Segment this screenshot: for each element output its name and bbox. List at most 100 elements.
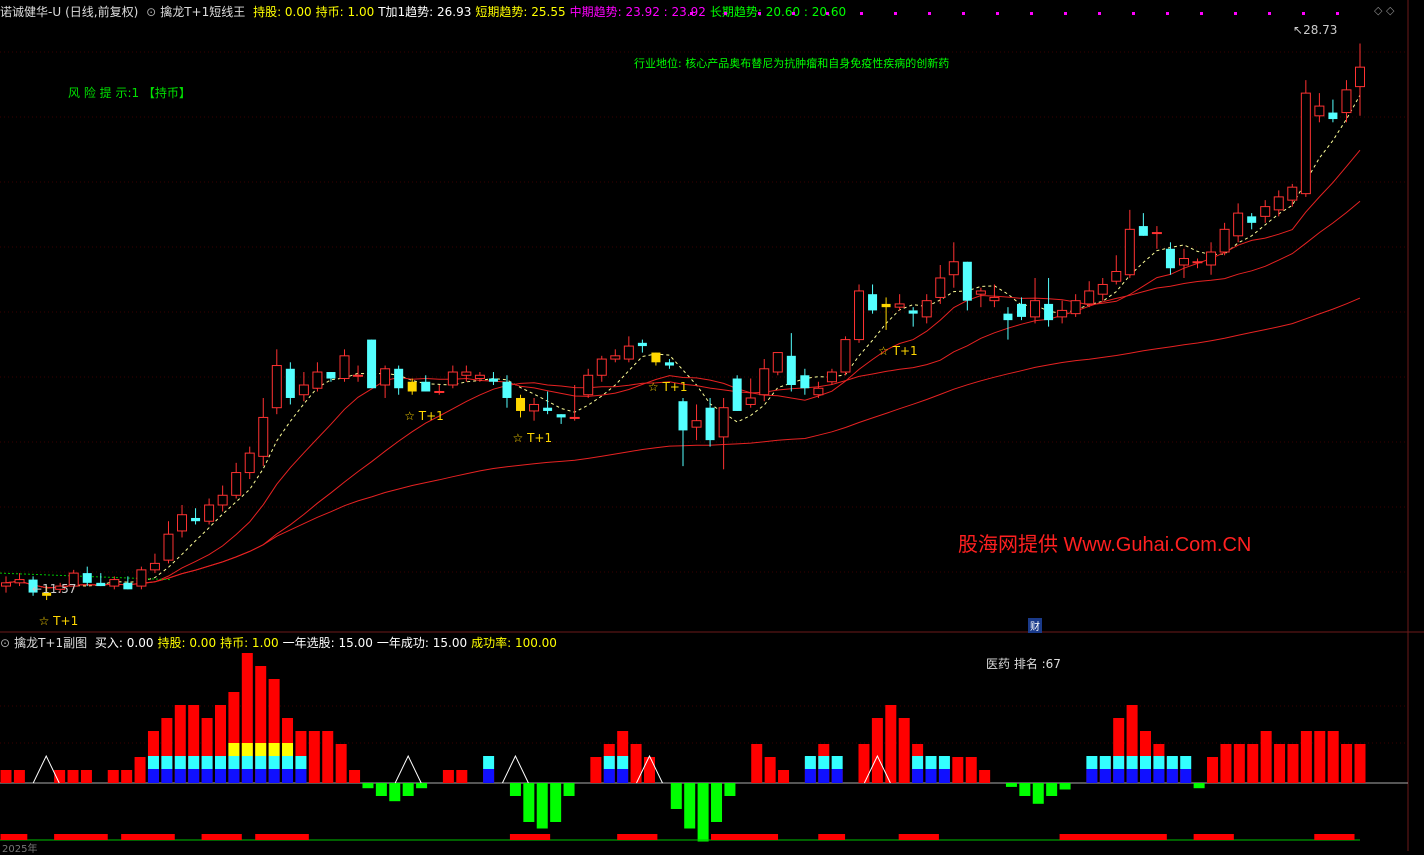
risk-tip: 风 险 提 示:1 【持币】 [68, 86, 191, 100]
sub-bar-cyan [1113, 756, 1125, 769]
sub-bar-cyan [295, 756, 307, 769]
sub-bar-blue [1180, 769, 1192, 783]
sector-rank: 医药 排名 :67 [986, 657, 1061, 671]
candle-body [583, 374, 594, 396]
sub-bar [1327, 731, 1339, 783]
collapse-icon[interactable]: ⊙ [146, 5, 156, 19]
sub-bar [1260, 731, 1272, 783]
sub-bar-neg [1019, 783, 1031, 796]
candle-body [1233, 212, 1244, 237]
candle-body [96, 582, 106, 587]
sub-bar-cyan [255, 756, 267, 769]
window-controls[interactable]: ◇ ◇ [1374, 4, 1394, 17]
candle-body [786, 355, 796, 385]
sub-bar-cyan [483, 756, 495, 769]
sub-bar-cyan [938, 756, 950, 769]
sub-bar-blue [241, 769, 253, 783]
high-price-label: ↖28.73 [1293, 23, 1338, 37]
candle-body [948, 261, 959, 276]
sub-bar-blue [228, 769, 240, 783]
top-dot [690, 12, 693, 15]
candle-body [1030, 300, 1041, 318]
sub-bar [308, 731, 320, 783]
candle-body [1260, 206, 1271, 217]
sub-bar-blue [174, 769, 186, 783]
sub-bar-blue [1113, 769, 1125, 783]
sub-bar-cyan [831, 756, 843, 769]
sub-bar-cyan [268, 756, 280, 769]
sub-bar-blue [161, 769, 173, 783]
candle-body [258, 416, 269, 457]
candle-body [623, 345, 634, 360]
collapse-icon[interactable]: ⊙ [0, 636, 10, 650]
sub-bar-cyan [228, 756, 240, 769]
sub-indicator-name[interactable]: 擒龙T+1副图 [14, 636, 87, 650]
candle-body [14, 579, 25, 584]
candle-body [1044, 303, 1054, 321]
candle-body [908, 310, 918, 314]
indicator-name[interactable]: 擒龙T+1短线王 [160, 5, 245, 19]
sub-bar-blue [1126, 769, 1138, 783]
top-dot [758, 12, 761, 15]
sub-bar [1314, 731, 1326, 783]
signal-label: ☆ T+1 [404, 408, 444, 423]
sub-header-item-5: 成功率: 100.00 [471, 636, 557, 650]
candle-body [298, 384, 309, 396]
sub-bar-cyan [1086, 756, 1098, 769]
candle-body [123, 582, 133, 590]
finance-marker[interactable]: 财 [1028, 618, 1042, 633]
sub-bar-cyan [161, 756, 173, 769]
candle-body [1165, 248, 1175, 269]
top-dot [724, 12, 727, 15]
sub-bar-blue [1140, 769, 1152, 783]
candle-body [488, 378, 498, 382]
top-dot [1132, 12, 1135, 15]
chart-mode[interactable]: (日线,前复权) [65, 5, 138, 19]
sub-bar-cyan [147, 756, 159, 769]
stock-name[interactable]: 诺诚健华-U [0, 5, 61, 19]
sub-bar [764, 757, 776, 783]
sub-bar-blue [1099, 769, 1111, 783]
sub-bar-cyan [1126, 756, 1138, 769]
sub-bar-yellow [228, 743, 240, 756]
sub-bar [13, 770, 25, 783]
candle-body [1084, 290, 1095, 305]
chart-canvas [0, 0, 1424, 851]
signal-label: ☆ T+1 [878, 343, 918, 358]
candle-body [813, 387, 824, 396]
candle-body [637, 342, 647, 347]
sub-bar-blue [1086, 769, 1098, 783]
sub-bar [885, 705, 897, 783]
sub-bar-blue [831, 769, 843, 783]
sub-bar-neg [536, 783, 548, 829]
candle-body [745, 397, 756, 405]
candle-body [826, 371, 837, 383]
candle-body [800, 375, 810, 389]
bottom-red-segment [1193, 834, 1234, 840]
candle-body [163, 533, 174, 561]
sub-header-item-0: 买入: 0.00 [94, 636, 154, 650]
candle-body [339, 355, 350, 380]
candle-body [1097, 283, 1108, 295]
candle-body [1206, 251, 1217, 266]
sub-bar-cyan [1140, 756, 1152, 769]
candle-body [1124, 228, 1135, 276]
sub-bar-cyan [925, 756, 937, 769]
candle-body [989, 296, 1000, 302]
candle-body [394, 368, 404, 389]
sub-bar [643, 757, 655, 783]
sub-bar-cyan [818, 756, 830, 769]
candle-body [1111, 270, 1122, 282]
sub-bar-cyan [214, 756, 226, 769]
candle-body [610, 355, 621, 360]
top-dot [928, 12, 931, 15]
candle-body [935, 277, 946, 298]
sub-bar [1207, 757, 1219, 783]
candle-body [1138, 226, 1148, 236]
sub-bar-blue [295, 769, 307, 783]
candle-body [421, 381, 431, 392]
bottom-red-segment [617, 834, 658, 840]
sub-bar-neg [509, 783, 521, 796]
candle-body [759, 368, 770, 396]
sub-bar-blue [1153, 769, 1165, 783]
